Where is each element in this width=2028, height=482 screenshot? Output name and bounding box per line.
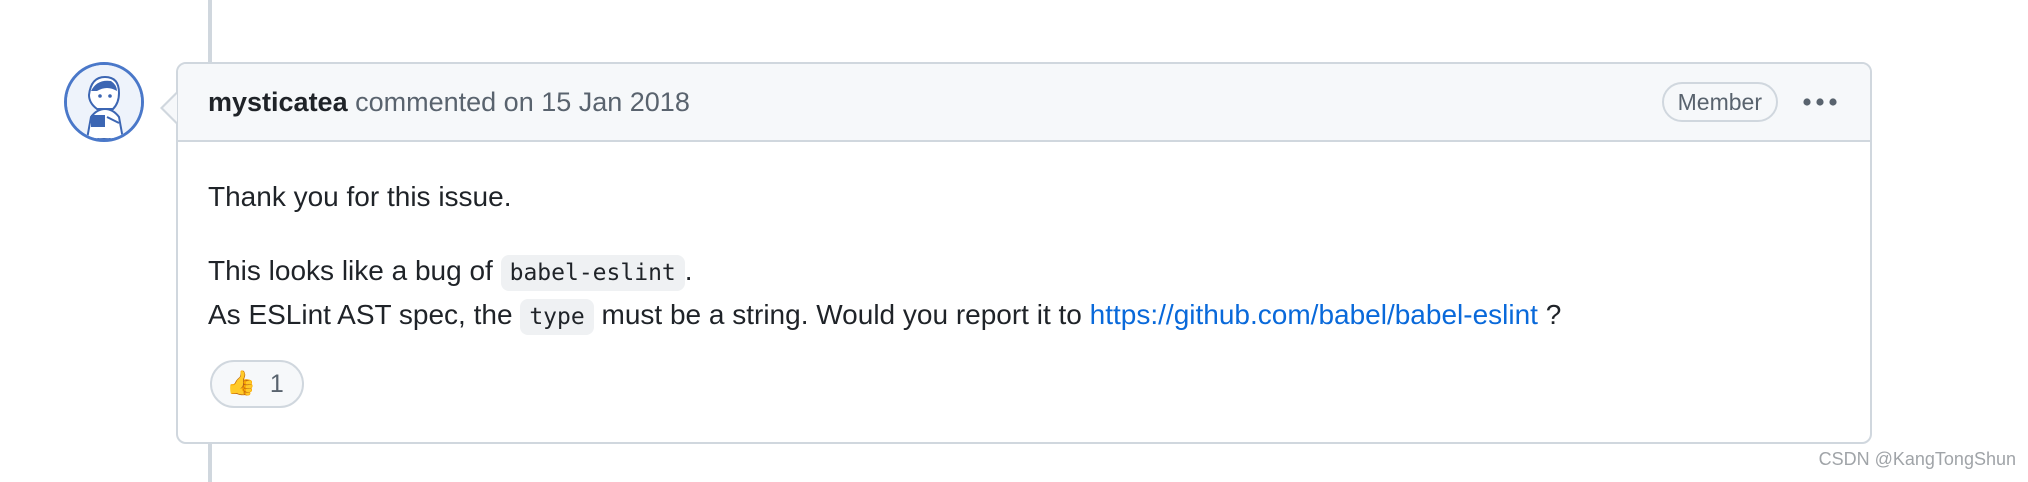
avatar-illustration <box>67 65 141 139</box>
role-badge: Member <box>1661 82 1778 122</box>
reaction-count: 1 <box>269 369 284 398</box>
babel-eslint-link[interactable]: https://github.com/babel/babel-eslint <box>1090 299 1538 330</box>
watermark: CSDN @KangTongShun <box>1818 449 2016 469</box>
comment-body: Thank you for this issue. This looks lik… <box>178 142 1870 338</box>
code-type: type <box>520 299 594 335</box>
page: mysticatea commented on 15 Jan 2018 Memb… <box>0 0 2028 482</box>
comment-paragraph-1: Thank you for this issue. <box>208 181 512 212</box>
line2-text-before: This looks like a bug of <box>208 255 501 286</box>
comment-box: mysticatea commented on 15 Jan 2018 Memb… <box>176 62 1872 444</box>
comment-timestamp[interactable]: commented on 15 Jan 2018 <box>355 87 690 117</box>
author-link[interactable]: mysticatea <box>208 87 348 117</box>
line2-text-after: . <box>684 255 693 286</box>
avatar[interactable] <box>64 62 144 142</box>
more-options-button[interactable] <box>1800 82 1840 122</box>
reaction-thumbs-up-button[interactable]: 👍 1 <box>210 360 304 408</box>
thumbs-up-icon: 👍 <box>226 370 256 397</box>
line3-text-before: As ESLint AST spec, the <box>208 299 521 330</box>
comment-header: mysticatea commented on 15 Jan 2018 Memb… <box>178 64 1870 142</box>
code-babel-eslint: babel-eslint <box>500 255 685 291</box>
line3-text-after: ? <box>1537 299 1562 330</box>
comment-caret-fill <box>163 94 177 122</box>
kebab-horizontal-icon <box>1803 98 1837 106</box>
comment-paragraph-2: This looks like a bug of babel-eslint. A… <box>208 250 1840 338</box>
reactions-bar: 👍 1 <box>210 360 304 408</box>
comment-header-text: mysticatea commented on 15 Jan 2018 <box>208 87 1662 118</box>
line3-text-middle: must be a string. Would you report it to <box>593 299 1090 330</box>
